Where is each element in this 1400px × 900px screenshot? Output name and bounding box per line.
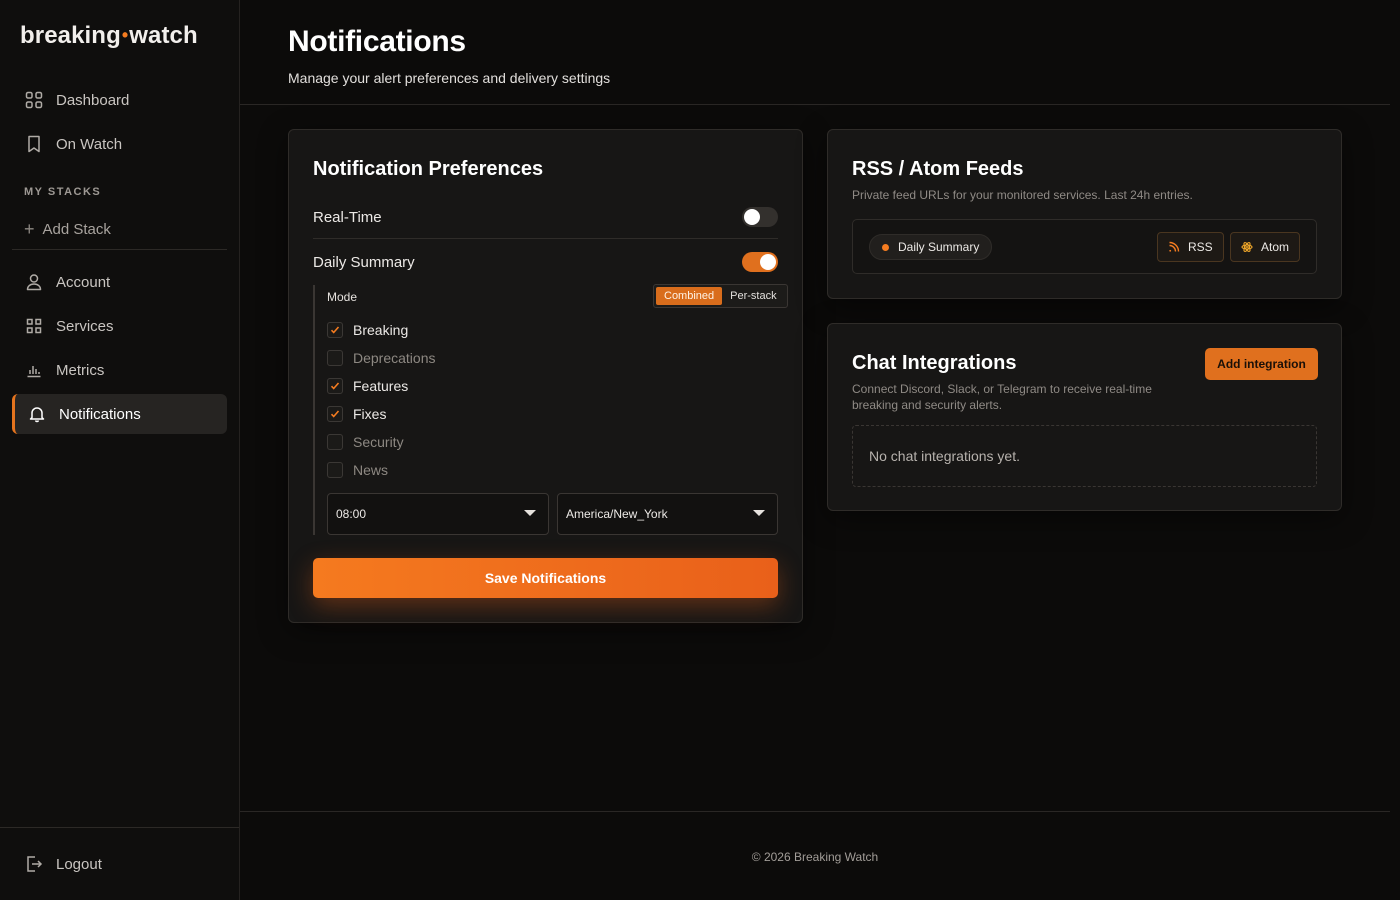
checkbox-label: Features <box>353 378 409 394</box>
sidebar-item-metrics[interactable]: Metrics <box>12 350 227 390</box>
empty-integrations-state: No chat integrations yet. <box>852 425 1317 487</box>
check-icon <box>330 326 340 334</box>
chat-description: Connect Discord, Slack, or Telegram to r… <box>852 382 1152 412</box>
checkbox-box[interactable] <box>327 350 343 366</box>
card-title: RSS / Atom Feeds <box>852 158 1024 180</box>
logout-button[interactable]: Logout <box>12 844 227 884</box>
sidebar-bottom-divider <box>0 827 239 828</box>
feed-row: Daily Summary RSS Atom <box>852 219 1317 274</box>
checkbox-label: Security <box>353 434 404 450</box>
logout-icon <box>24 854 44 874</box>
rss-icon <box>1168 241 1180 253</box>
mode-option-per-stack[interactable]: Per-stack <box>722 287 784 305</box>
mode-label: Mode <box>327 290 358 304</box>
daily-summary-toggle[interactable] <box>742 252 778 272</box>
time-select[interactable]: 08:00 <box>327 493 549 535</box>
sidebar-item-services[interactable]: Services <box>12 306 227 346</box>
section-label-my-stacks: MY STACKS <box>24 186 102 198</box>
category-checkbox-fixes[interactable]: Fixes <box>327 406 386 422</box>
category-checkbox-deprecations[interactable]: Deprecations <box>327 350 436 366</box>
dashboard-icon <box>24 90 44 110</box>
brand-dot: • <box>121 25 129 45</box>
sidebar-item-label: Services <box>56 317 114 335</box>
sidebar-item-account[interactable]: Account <box>12 262 227 302</box>
page-subtitle: Manage your alert preferences and delive… <box>288 70 611 86</box>
bell-icon <box>27 404 47 424</box>
atom-feed-button[interactable]: Atom <box>1230 232 1301 262</box>
brand-part-2: watch <box>129 22 198 49</box>
chevron-down-icon <box>753 510 765 516</box>
sidebar-item-label: Dashboard <box>56 91 130 109</box>
chevron-down-icon <box>524 510 536 516</box>
logout-label: Logout <box>56 855 102 873</box>
sidebar-item-notifications[interactable]: Notifications <box>12 394 227 434</box>
brand-part-1: breaking <box>20 22 121 49</box>
realtime-toggle[interactable] <box>742 207 778 227</box>
check-icon <box>330 410 340 418</box>
sidebar-item-on-watch[interactable]: On Watch <box>12 124 227 164</box>
status-dot <box>882 243 889 251</box>
atom-label: Atom <box>1261 240 1290 254</box>
checkbox-label: Fixes <box>353 406 387 422</box>
category-checkbox-breaking[interactable]: Breaking <box>327 322 408 338</box>
mode-segmented-control: Combined Per-stack <box>653 284 788 308</box>
sidebar-item-dashboard[interactable]: Dashboard <box>12 80 227 120</box>
header-divider <box>240 104 1390 105</box>
add-stack-button[interactable]: + Add Stack <box>24 219 111 240</box>
toggle-knob <box>744 209 760 225</box>
category-checkbox-security[interactable]: Security <box>327 434 404 450</box>
timezone-select-value: America/New_York <box>566 507 668 521</box>
rss-atom-feeds-card: RSS / Atom Feeds Private feed URLs for y… <box>827 129 1342 299</box>
card-title: Chat Integrations <box>852 352 1017 374</box>
row-divider <box>313 238 778 239</box>
check-icon <box>330 382 340 390</box>
checkbox-label: Breaking <box>353 322 409 338</box>
sidebar-item-label: Account <box>56 273 111 291</box>
bookmark-icon <box>24 134 44 154</box>
checkbox-label: News <box>353 462 389 478</box>
timezone-select[interactable]: America/New_York <box>557 493 778 535</box>
chat-integrations-card: Chat Integrations Connect Discord, Slack… <box>827 323 1342 511</box>
sidebar-divider <box>12 249 227 250</box>
save-notifications-button[interactable]: Save Notifications <box>313 558 778 598</box>
realtime-label: Real-Time <box>313 209 382 226</box>
user-icon <box>24 272 44 292</box>
rss-label: RSS <box>1188 240 1213 254</box>
footer-copyright: © 2026 Breaking Watch <box>751 850 879 864</box>
sidebar-item-label: Notifications <box>59 405 141 423</box>
pill-label: Daily Summary <box>898 240 980 254</box>
plus-icon: + <box>24 219 35 239</box>
rss-feed-button[interactable]: RSS <box>1157 232 1224 262</box>
checkbox-label: Deprecations <box>353 350 436 366</box>
sidebar-item-label: Metrics <box>56 361 105 379</box>
add-integration-button[interactable]: Add integration <box>1205 348 1318 380</box>
sidebar: breaking•watch Dashboard On Watch MY STA… <box>0 0 240 900</box>
card-title: Notification Preferences <box>313 158 544 180</box>
mode-option-combined[interactable]: Combined <box>656 287 723 305</box>
checkbox-box[interactable] <box>327 434 343 450</box>
time-select-value: 08:00 <box>336 507 367 521</box>
add-stack-label: Add Stack <box>42 221 111 238</box>
brand-logo[interactable]: breaking•watch <box>20 22 198 50</box>
bar-chart-icon <box>24 360 44 380</box>
feeds-description: Private feed URLs for your monitored ser… <box>852 188 1193 202</box>
checkbox-box[interactable] <box>327 406 343 422</box>
category-checkbox-news[interactable]: News <box>327 462 388 478</box>
toggle-knob <box>760 254 776 270</box>
page-title: Notifications <box>288 25 466 58</box>
sidebar-item-label: On Watch <box>56 135 123 153</box>
daily-summary-indent <box>313 285 315 535</box>
checkbox-box[interactable] <box>327 378 343 394</box>
grid-icon <box>24 316 44 336</box>
daily-summary-label: Daily Summary <box>313 254 415 271</box>
category-checkbox-features[interactable]: Features <box>327 378 408 394</box>
checkbox-box[interactable] <box>327 322 343 338</box>
atom-icon <box>1241 241 1253 253</box>
notification-preferences-card: Notification Preferences Real-Time Daily… <box>288 129 803 623</box>
daily-summary-pill: Daily Summary <box>869 234 993 260</box>
footer-divider <box>240 811 1390 812</box>
checkbox-box[interactable] <box>327 462 343 478</box>
